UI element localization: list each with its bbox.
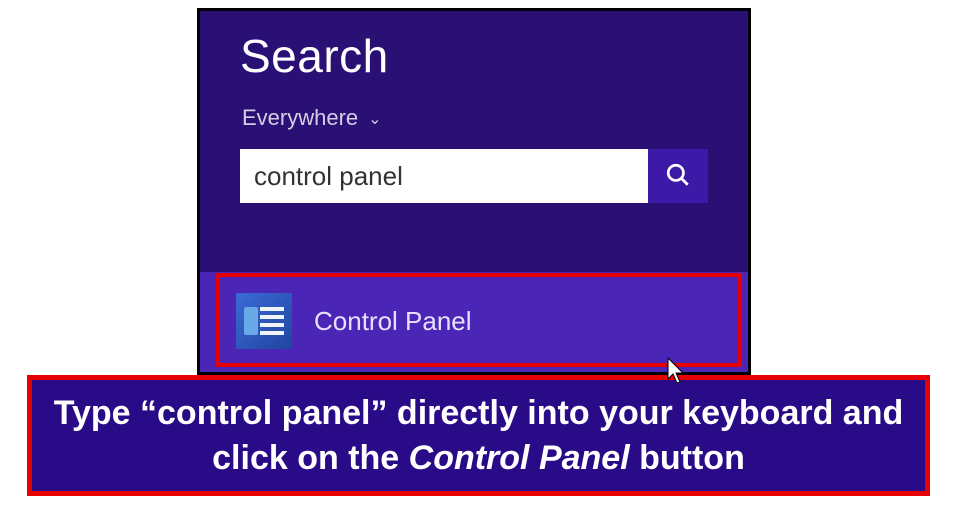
search-button[interactable]: [648, 149, 708, 203]
control-panel-icon: [236, 293, 292, 349]
result-control-panel[interactable]: Control Panel: [236, 293, 472, 349]
search-input-row: [240, 149, 708, 203]
search-icon: [665, 162, 691, 191]
search-charm-panel: Search Everywhere ⌄ Control Panel: [197, 8, 751, 375]
search-input[interactable]: [240, 149, 648, 203]
search-scope-label: Everywhere: [242, 105, 358, 131]
result-label: Control Panel: [314, 306, 472, 337]
search-title: Search: [200, 11, 748, 91]
chevron-down-icon: ⌄: [368, 109, 381, 129]
instruction-banner: Type “control panel” directly into your …: [27, 375, 930, 496]
search-scope-dropdown[interactable]: Everywhere ⌄: [200, 91, 748, 131]
instruction-text: Type “control panel” directly into your …: [50, 391, 907, 479]
